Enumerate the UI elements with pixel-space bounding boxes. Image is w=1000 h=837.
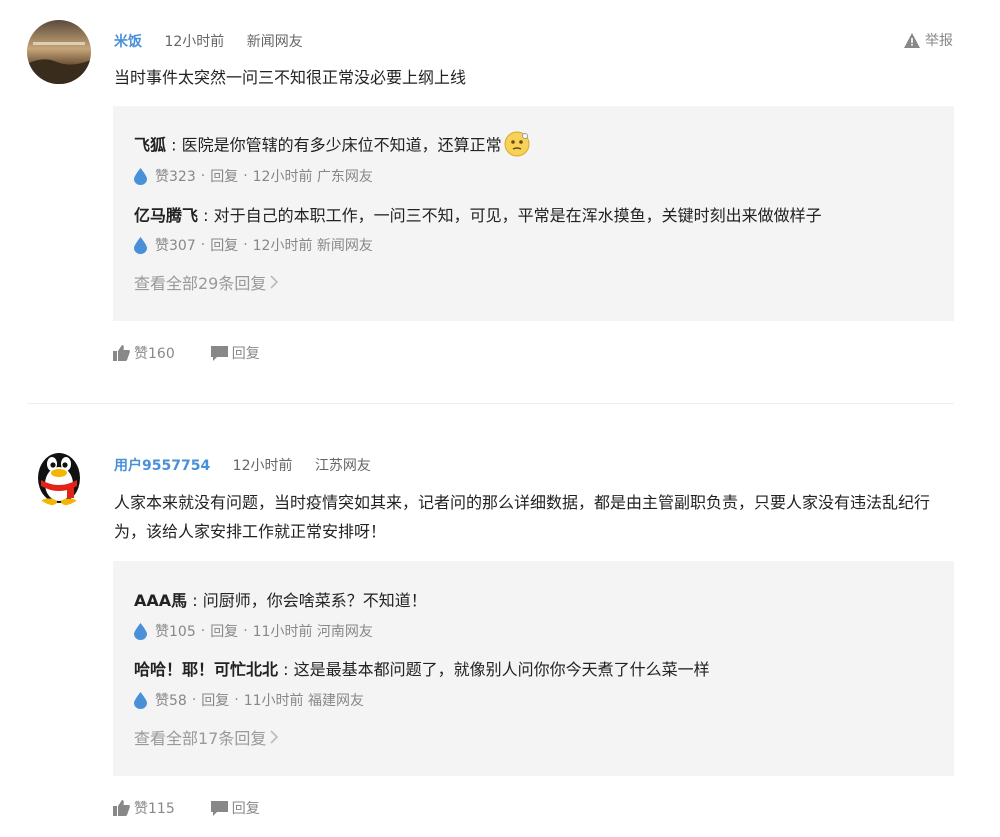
report-button[interactable]: 举报 xyxy=(904,30,953,50)
username-link[interactable]: 用户9557754 xyxy=(114,458,210,474)
comment-text: 当时事件太突然一问三不知很正常没必要上纲上线 xyxy=(114,68,467,87)
thumbs-up-icon xyxy=(113,345,130,361)
reply-box: AAA馬 : 问厨师，你会啥菜系？不知道！ 赞105 · 回复 · 11小时前 … xyxy=(113,561,954,776)
like-count: 赞115 xyxy=(134,801,175,817)
dot-separator: · xyxy=(243,623,248,639)
dot-separator: · xyxy=(200,237,206,253)
warning-icon xyxy=(904,32,920,48)
reply-meta: 赞58 · 回复 · 11小时前 福建网友 xyxy=(134,690,364,710)
speech-bubble-icon xyxy=(210,345,228,361)
reply-location: 广东网友 xyxy=(316,169,373,185)
reply-likes[interactable]: 赞58 xyxy=(155,690,187,710)
reply-username[interactable]: AAA馬 xyxy=(134,591,187,610)
username-link[interactable]: 米饭 xyxy=(114,34,142,50)
reply-item: 亿马腾飞 : 对于自己的本职工作，一问三不知，可见，平常是在浑水摸鱼，关键时刻出… xyxy=(134,202,822,226)
reply-text: 问厨师，你会啥菜系？不知道！ xyxy=(202,591,427,610)
reply-meta: 赞105 · 回复 · 11小时前 河南网友 xyxy=(134,621,373,641)
reply-meta: 赞307 · 回复 · 12小时前 新闻网友 xyxy=(134,235,373,255)
reply-location: 河南网友 xyxy=(316,624,373,640)
water-drop-icon[interactable] xyxy=(134,622,147,640)
reply-meta: 赞323 · 回复 · 12小时前 广东网友 xyxy=(134,166,373,186)
reply-reply-button[interactable]: 回复 xyxy=(210,621,238,641)
dot-separator: · xyxy=(243,237,248,253)
view-all-label: 查看全部17条回复 xyxy=(134,729,267,748)
reply-colon: : xyxy=(198,206,214,225)
reply-text: 这是最基本都问题了，就像别人问你你今天煮了什么菜一样 xyxy=(293,660,710,679)
comment-actions: 赞160 回复 xyxy=(113,343,296,363)
reply-time: 12小时前 xyxy=(252,238,313,254)
reply-box: 飞狐 : 医院是你管辖的有多少床位不知道，还算正常 赞323 · 回复 · 12… xyxy=(113,106,954,321)
user-avatar[interactable] xyxy=(27,442,91,506)
dot-separator: · xyxy=(243,168,248,184)
like-button[interactable]: 赞160 xyxy=(113,343,175,363)
reply-location: 福建网友 xyxy=(308,693,365,709)
view-all-label: 查看全部29条回复 xyxy=(134,274,267,293)
report-label: 举报 xyxy=(925,33,953,49)
comment-time: 12小时前 xyxy=(232,458,293,474)
reply-text: 医院是你管辖的有多少床位不知道，还算正常 xyxy=(181,135,502,155)
reply-time: 11小时前 xyxy=(252,624,313,640)
speech-bubble-icon xyxy=(210,800,228,816)
dot-separator: · xyxy=(200,168,206,184)
reply-button[interactable]: 回复 xyxy=(210,798,260,818)
reply-label: 回复 xyxy=(231,801,260,817)
water-drop-icon[interactable] xyxy=(134,236,147,254)
user-avatar[interactable] xyxy=(27,20,91,84)
reply-time: 12小时前 xyxy=(252,169,313,185)
comment-meta: 用户9557754 12小时前 江苏网友 xyxy=(114,455,371,475)
reply-colon: : xyxy=(166,135,182,155)
comment-meta: 米饭 12小时前 新闻网友 xyxy=(114,31,303,51)
thumbs-up-icon xyxy=(113,800,130,816)
reply-likes[interactable]: 赞105 xyxy=(155,621,196,641)
reply-colon: : xyxy=(187,591,203,610)
chevron-right-icon xyxy=(270,275,279,289)
thinking-face-emoji-icon xyxy=(504,131,530,161)
comment-location: 江苏网友 xyxy=(314,458,371,474)
landscape-photo-avatar-icon xyxy=(27,20,91,84)
like-count: 赞160 xyxy=(134,346,175,362)
comment-time: 12小时前 xyxy=(164,34,225,50)
qq-penguin-avatar-icon xyxy=(38,453,80,506)
reply-item: AAA馬 : 问厨师，你会啥菜系？不知道！ xyxy=(134,587,427,611)
comment-actions: 赞115 回复 xyxy=(113,798,296,818)
like-button[interactable]: 赞115 xyxy=(113,798,175,818)
dot-separator: · xyxy=(234,692,239,708)
comment-divider xyxy=(27,403,954,404)
reply-text: 对于自己的本职工作，一问三不知，可见，平常是在浑水摸鱼，关键时刻出来做做样子 xyxy=(213,206,822,225)
view-all-replies-link[interactable]: 查看全部29条回复 xyxy=(134,270,279,294)
comment-text: 人家本来就没有问题，当时疫情突如其来，记者问的那么详细数据，都是由主管副职负责，… xyxy=(114,493,931,541)
reply-reply-button[interactable]: 回复 xyxy=(210,166,238,186)
dot-separator: · xyxy=(191,692,197,708)
reply-username[interactable]: 哈哈！耶！可忙北北 xyxy=(134,660,278,679)
water-drop-icon[interactable] xyxy=(134,167,147,185)
reply-button[interactable]: 回复 xyxy=(210,343,260,363)
water-drop-icon[interactable] xyxy=(134,691,147,709)
reply-item: 哈哈！耶！可忙北北 : 这是最基本都问题了，就像别人问你你今天煮了什么菜一样 xyxy=(134,656,710,680)
dot-separator: · xyxy=(200,623,206,639)
reply-username[interactable]: 亿马腾飞 xyxy=(134,206,198,225)
comment-location: 新闻网友 xyxy=(246,34,303,50)
reply-item: 飞狐 : 医院是你管辖的有多少床位不知道，还算正常 xyxy=(134,131,530,161)
reply-username[interactable]: 飞狐 xyxy=(134,136,166,155)
reply-reply-button[interactable]: 回复 xyxy=(210,235,238,255)
reply-time: 11小时前 xyxy=(243,693,304,709)
reply-likes[interactable]: 赞307 xyxy=(155,235,196,255)
reply-location: 新闻网友 xyxy=(316,238,373,254)
reply-reply-button[interactable]: 回复 xyxy=(201,690,229,710)
reply-label: 回复 xyxy=(231,346,260,362)
chevron-right-icon xyxy=(270,730,279,744)
reply-colon: : xyxy=(278,660,294,679)
reply-likes[interactable]: 赞323 xyxy=(155,166,196,186)
view-all-replies-link[interactable]: 查看全部17条回复 xyxy=(134,725,279,749)
